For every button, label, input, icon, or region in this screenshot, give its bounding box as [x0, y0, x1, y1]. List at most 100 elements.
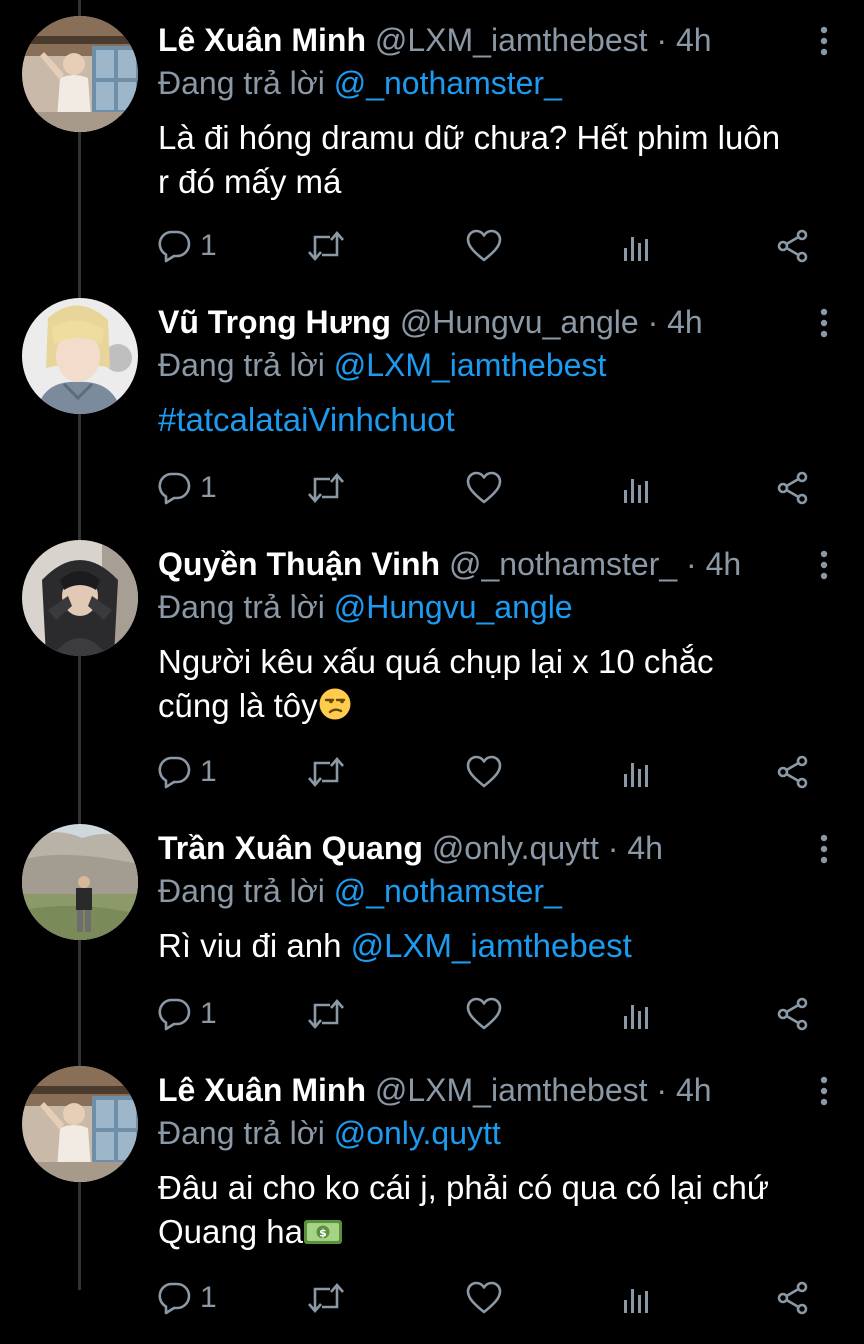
display-name[interactable]: Trần Xuân Quang	[158, 830, 423, 866]
analytics-button[interactable]	[622, 1276, 652, 1320]
display-name[interactable]: Lê Xuân Minh	[158, 22, 366, 58]
user-handle[interactable]: @only.quytt	[432, 830, 599, 866]
share-button[interactable]	[776, 1276, 810, 1320]
tweet-text-line: Là đi hóng dramu dữ chưa? Hết phim luôn	[158, 119, 781, 156]
user-handle[interactable]: @_nothamster_	[449, 546, 677, 582]
user-handle[interactable]: @LXM_iamthebest	[375, 1072, 648, 1108]
tweet-actions: 1	[156, 750, 816, 794]
retweet-button[interactable]	[306, 992, 346, 1036]
share-button[interactable]	[776, 224, 810, 268]
avatar[interactable]	[22, 1066, 138, 1182]
share-icon	[776, 471, 810, 505]
share-button[interactable]	[776, 992, 810, 1036]
user-handle[interactable]: @LXM_iamthebest	[375, 22, 648, 58]
tweet-text-line: cũng là tôy	[158, 687, 318, 724]
reply-button[interactable]: 1	[156, 1276, 217, 1320]
analytics-button[interactable]	[622, 750, 652, 794]
hashtag-link[interactable]: #tatcalataiVinhchuot	[158, 401, 455, 438]
replying-to: Đang trả lời @_nothamster_	[158, 60, 562, 106]
share-icon	[776, 1281, 810, 1315]
heart-icon	[466, 229, 502, 263]
tweet-text: #tatcalataiVinhchuot	[158, 398, 838, 442]
more-vertical-icon[interactable]	[814, 307, 834, 339]
analytics-button[interactable]	[622, 224, 652, 268]
retweet-button[interactable]	[306, 466, 346, 510]
timestamp[interactable]: 4h	[676, 1072, 712, 1108]
display-name[interactable]: Quyền Thuận Vinh	[158, 546, 440, 582]
replying-to-mention[interactable]: @Hungvu_angle	[334, 589, 573, 625]
replying-to-mention[interactable]: @LXM_iamthebest	[334, 347, 607, 383]
replying-to-mention[interactable]: @_nothamster_	[334, 65, 562, 101]
retweet-icon	[306, 1281, 346, 1315]
user-handle[interactable]: @Hungvu_angle	[400, 304, 639, 340]
separator-dot: ·	[656, 1072, 668, 1108]
share-button[interactable]	[776, 466, 810, 510]
share-icon	[776, 755, 810, 789]
replying-to: Đang trả lời @_nothamster_	[158, 868, 562, 914]
timestamp[interactable]: 4h	[627, 830, 663, 866]
retweet-icon	[306, 997, 346, 1031]
tweet-text-line: Rì viu đi anh	[158, 927, 342, 964]
retweet-button[interactable]	[306, 1276, 346, 1320]
reply-count: 1	[200, 471, 217, 504]
tweet-actions: 1	[156, 992, 816, 1036]
tweet-text-line: Quang ha	[158, 1213, 303, 1250]
retweet-button[interactable]	[306, 224, 346, 268]
more-vertical-icon[interactable]	[814, 549, 834, 581]
tweet-actions: 1	[156, 1276, 816, 1320]
like-button[interactable]	[466, 466, 502, 510]
like-button[interactable]	[466, 750, 502, 794]
display-name[interactable]: Vũ Trọng Hưng	[158, 304, 391, 340]
replying-to-label: Đang trả lời	[158, 347, 325, 383]
avatar[interactable]	[22, 16, 138, 132]
replying-to-label: Đang trả lời	[158, 1115, 325, 1151]
analytics-icon	[622, 755, 652, 789]
replying-to-mention[interactable]: @_nothamster_	[334, 873, 562, 909]
tweet-header: Lê Xuân Minh @LXM_iamthebest · 4h	[158, 1068, 712, 1112]
reply-button[interactable]: 1	[156, 992, 217, 1036]
replying-to: Đang trả lời @Hungvu_angle	[158, 584, 573, 630]
retweet-button[interactable]	[306, 750, 346, 794]
reply-button[interactable]: 1	[156, 224, 217, 268]
tweet-actions: 1	[156, 466, 816, 510]
reply-button[interactable]: 1	[156, 466, 217, 510]
separator-dot: ·	[607, 830, 619, 866]
share-icon	[776, 229, 810, 263]
timestamp[interactable]: 4h	[676, 22, 712, 58]
analytics-button[interactable]	[622, 992, 652, 1036]
analytics-icon	[622, 1281, 652, 1315]
retweet-icon	[306, 755, 346, 789]
replying-to: Đang trả lời @LXM_iamthebest	[158, 342, 606, 388]
analytics-icon	[622, 229, 652, 263]
tweet-header: Quyền Thuận Vinh @_nothamster_ · 4h	[158, 542, 741, 586]
separator-dot: ·	[656, 22, 668, 58]
like-button[interactable]	[466, 1276, 502, 1320]
like-button[interactable]	[466, 992, 502, 1036]
more-vertical-icon[interactable]	[814, 1075, 834, 1107]
reply-count: 1	[200, 229, 217, 262]
analytics-button[interactable]	[622, 466, 652, 510]
avatar[interactable]	[22, 824, 138, 940]
tweet-text: Người kêu xấu quá chụp lại x 10 chắc cũn…	[158, 640, 838, 732]
tweet-text: Đâu ai cho ko cái j, phải có qua có lại …	[158, 1166, 838, 1258]
share-button[interactable]	[776, 750, 810, 794]
reply-icon	[156, 1281, 192, 1315]
avatar[interactable]	[22, 298, 138, 414]
heart-icon	[466, 997, 502, 1031]
replying-to-label: Đang trả lời	[158, 873, 325, 909]
heart-icon	[466, 471, 502, 505]
tweet-header: Lê Xuân Minh @LXM_iamthebest · 4h	[158, 18, 712, 62]
more-vertical-icon[interactable]	[814, 25, 834, 57]
retweet-icon	[306, 471, 346, 505]
display-name[interactable]: Lê Xuân Minh	[158, 1072, 366, 1108]
avatar[interactable]	[22, 540, 138, 656]
reply-count: 1	[200, 997, 217, 1030]
timestamp[interactable]: 4h	[667, 304, 703, 340]
mention-link[interactable]: @LXM_iamthebest	[351, 927, 632, 964]
timestamp[interactable]: 4h	[706, 546, 742, 582]
like-button[interactable]	[466, 224, 502, 268]
more-vertical-icon[interactable]	[814, 833, 834, 865]
reply-button[interactable]: 1	[156, 750, 217, 794]
replying-to-mention[interactable]: @only.quytt	[334, 1115, 501, 1151]
share-icon	[776, 997, 810, 1031]
